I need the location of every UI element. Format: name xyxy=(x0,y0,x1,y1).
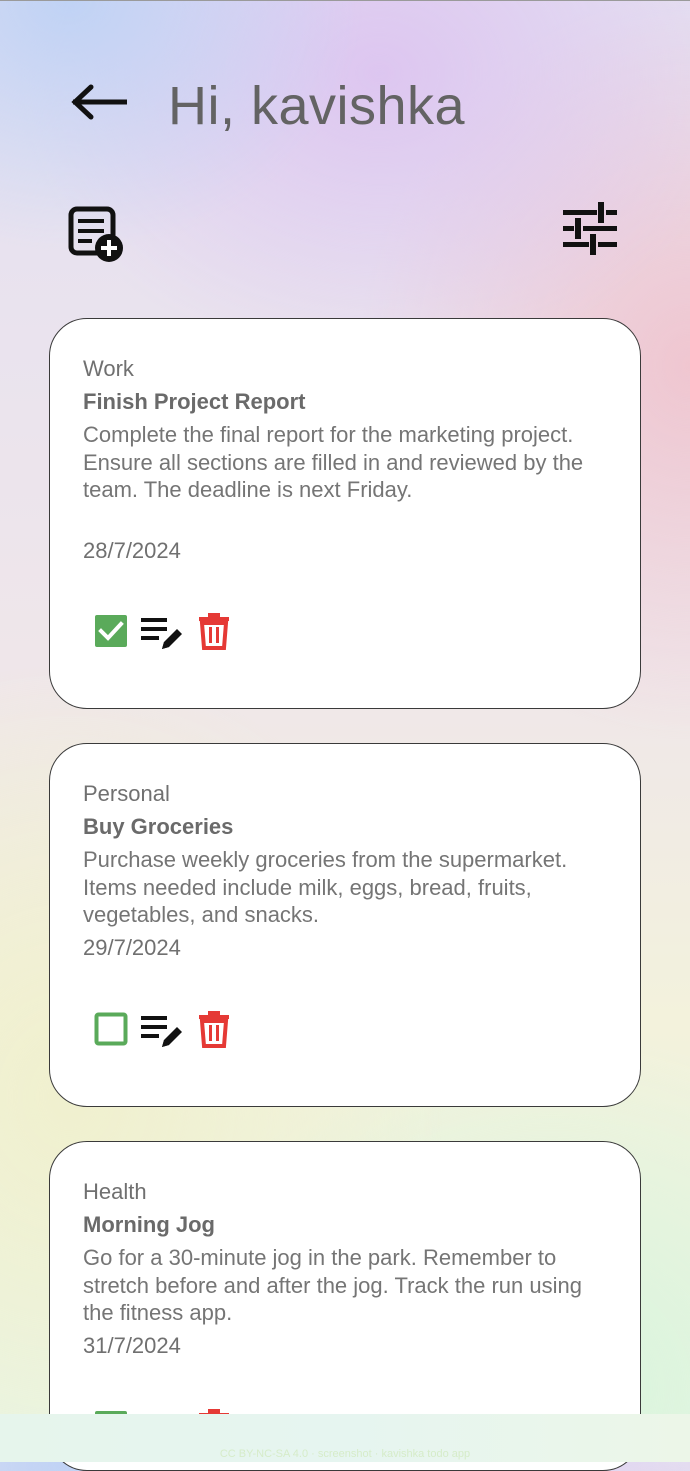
task-category: Work xyxy=(83,356,134,381)
task-actions xyxy=(94,612,254,655)
task-title: Finish Project Report xyxy=(83,389,306,414)
task-title: Buy Groceries xyxy=(83,814,234,839)
delete-trash-icon[interactable] xyxy=(198,612,230,650)
task-date: 28/7/2024 xyxy=(83,538,181,563)
back-button[interactable] xyxy=(70,82,130,122)
note-add-icon xyxy=(68,206,123,262)
task-actions xyxy=(94,1010,254,1053)
checkbox-unchecked-icon[interactable] xyxy=(94,1012,128,1046)
task-description: Complete the final report for the market… xyxy=(83,422,584,503)
task-card: Personal Buy Groceries Purchase weekly g… xyxy=(49,743,641,1107)
app-header: Hi, kavishka xyxy=(0,0,690,262)
edit-note-icon[interactable] xyxy=(140,615,184,655)
delete-trash-icon[interactable] xyxy=(198,1010,230,1048)
task-category: Personal xyxy=(83,781,170,806)
task-date: 31/7/2024 xyxy=(83,1333,181,1358)
task-description: Purchase weekly groceries from the super… xyxy=(83,847,568,928)
add-task-button[interactable] xyxy=(66,204,126,264)
task-description: Go for a 30-minute jog in the park. Reme… xyxy=(83,1245,582,1326)
edit-note-icon[interactable] xyxy=(140,1013,184,1053)
task-date: 29/7/2024 xyxy=(83,935,181,960)
task-category: Health xyxy=(83,1179,147,1204)
task-card: Work Finish Project Report Complete the … xyxy=(49,318,641,709)
checkbox-checked-icon[interactable] xyxy=(94,614,128,648)
filter-button[interactable] xyxy=(560,200,620,258)
task-title: Morning Jog xyxy=(83,1212,215,1237)
arrow-left-icon xyxy=(71,84,127,120)
greeting-title: Hi, kavishka xyxy=(168,76,466,136)
footer-credit: CC BY-NC-SA 4.0 · screenshot · kavishka … xyxy=(219,1448,471,1460)
tune-sliders-icon xyxy=(563,202,617,255)
